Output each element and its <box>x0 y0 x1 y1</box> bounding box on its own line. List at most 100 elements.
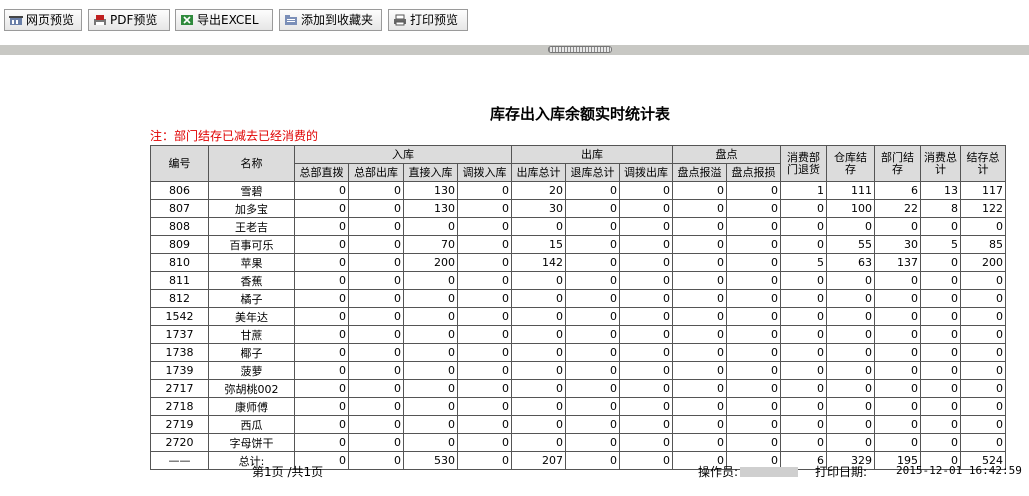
cell-value: 0 <box>565 271 620 290</box>
cell-value: 63 <box>826 253 875 272</box>
cell-value: 0 <box>619 217 673 236</box>
cell-value: 0 <box>619 379 673 398</box>
export-excel-button[interactable]: 导出EXCEL <box>175 9 273 31</box>
cell-id: 806 <box>150 181 209 200</box>
cell-value: 0 <box>294 415 349 434</box>
header-inbound: 入库 <box>294 145 512 164</box>
cell-value: 0 <box>457 343 512 362</box>
cell-value: 0 <box>672 343 727 362</box>
cell-value: 0 <box>960 397 1006 416</box>
cell-value: 0 <box>565 199 620 218</box>
cell-value: 0 <box>511 325 566 344</box>
cell-value: 0 <box>619 253 673 272</box>
cell-id: 812 <box>150 289 209 308</box>
cell-value: 0 <box>348 451 404 470</box>
cell-value: 0 <box>619 181 673 200</box>
add-to-favorites-button[interactable]: 添加到收藏夹 <box>279 9 382 31</box>
cell-value: 0 <box>294 433 349 452</box>
cell-value: 0 <box>619 199 673 218</box>
cell-value: 0 <box>672 307 727 326</box>
cell-value: 0 <box>960 289 1006 308</box>
cell-name: 橘子 <box>208 289 295 308</box>
cell-value: 0 <box>726 361 781 380</box>
pdf-preview-button[interactable]: PDF预览 <box>88 9 170 31</box>
cell-value: 0 <box>619 415 673 434</box>
print-preview-button[interactable]: 打印预览 <box>388 9 468 31</box>
header-sub: 退库总计 <box>565 163 620 182</box>
cell-value: 0 <box>826 397 875 416</box>
cell-value: 0 <box>511 217 566 236</box>
print-date-label: 打印日期: <box>815 465 868 479</box>
cell-value: 0 <box>457 271 512 290</box>
header-sub: 调拨出库 <box>619 163 673 182</box>
header-warehouse-balance: 仓库结存 <box>826 145 875 182</box>
cell-value: 0 <box>780 415 827 434</box>
cell-value: 0 <box>726 181 781 200</box>
cell-value: 0 <box>619 343 673 362</box>
cell-value: 207 <box>511 451 566 470</box>
cell-value: 0 <box>920 217 961 236</box>
cell-value: 0 <box>826 217 875 236</box>
cell-value: 100 <box>826 199 875 218</box>
cell-value: 0 <box>294 325 349 344</box>
cell-value: 0 <box>294 271 349 290</box>
cell-value: 0 <box>960 325 1006 344</box>
cell-value: 0 <box>565 451 620 470</box>
cell-id: 1542 <box>150 307 209 326</box>
cell-value: 0 <box>672 235 727 254</box>
cell-name: 百事可乐 <box>208 235 295 254</box>
cell-value: 200 <box>960 253 1006 272</box>
table-row: 809 百事可乐 0 0 70 0 15 0 0 0 0 0 55 30 5 85 <box>150 235 1006 254</box>
cell-value: 0 <box>672 253 727 272</box>
cell-value: 0 <box>619 307 673 326</box>
splitter-grip-icon[interactable] <box>548 46 612 53</box>
cell-value: 0 <box>672 397 727 416</box>
header-sub: 盘点报损 <box>726 163 781 182</box>
cell-value: 0 <box>403 343 458 362</box>
cell-value: 0 <box>348 253 404 272</box>
table-row: 2720 字母饼干 0 0 0 0 0 0 0 0 0 0 0 0 0 0 <box>150 433 1006 452</box>
cell-value: 0 <box>874 217 921 236</box>
cell-value: 122 <box>960 199 1006 218</box>
cell-value: 0 <box>457 235 512 254</box>
cell-value: 0 <box>511 307 566 326</box>
print-date: 2015-12-01 16:42:59 <box>896 464 1022 477</box>
cell-value: 130 <box>403 181 458 200</box>
cell-name: 菠萝 <box>208 361 295 380</box>
cell-value: 0 <box>294 253 349 272</box>
cell-value: 0 <box>457 307 512 326</box>
cell-value: 0 <box>780 361 827 380</box>
cell-value: 0 <box>920 379 961 398</box>
table-row: 812 橘子 0 0 0 0 0 0 0 0 0 0 0 0 0 0 <box>150 289 1006 308</box>
cell-value: 0 <box>672 361 727 380</box>
cell-value: 137 <box>874 253 921 272</box>
cell-value: 117 <box>960 181 1006 200</box>
header-consume-total: 消费总计 <box>920 145 961 182</box>
header-sub: 直接入库 <box>403 163 458 182</box>
cell-value: 0 <box>726 217 781 236</box>
cell-id: 1738 <box>150 343 209 362</box>
cell-value: 0 <box>780 343 827 362</box>
cell-value: 0 <box>457 217 512 236</box>
table-row: 2719 西瓜 0 0 0 0 0 0 0 0 0 0 0 0 0 0 <box>150 415 1006 434</box>
cell-value: 0 <box>960 361 1006 380</box>
cell-value: 200 <box>403 253 458 272</box>
cell-value: 0 <box>826 361 875 380</box>
cell-id: —— <box>150 451 209 470</box>
cell-value: 0 <box>403 433 458 452</box>
cell-value: 0 <box>672 289 727 308</box>
table-row: 2717 弥胡桃002 0 0 0 0 0 0 0 0 0 0 0 0 0 0 <box>150 379 1006 398</box>
cell-value: 0 <box>826 379 875 398</box>
cell-value: 0 <box>874 397 921 416</box>
operator-label: 操作员: <box>698 465 739 479</box>
cell-value: 8 <box>920 199 961 218</box>
cell-name: 西瓜 <box>208 415 295 434</box>
cell-value: 0 <box>457 289 512 308</box>
cell-value: 0 <box>780 397 827 416</box>
splitter-bar[interactable] <box>0 45 1029 55</box>
cell-value: 0 <box>960 433 1006 452</box>
cell-name: 苹果 <box>208 253 295 272</box>
cell-name: 雪碧 <box>208 181 295 200</box>
cell-value: 0 <box>920 361 961 380</box>
web-preview-button[interactable]: 网页预览 <box>4 9 82 31</box>
